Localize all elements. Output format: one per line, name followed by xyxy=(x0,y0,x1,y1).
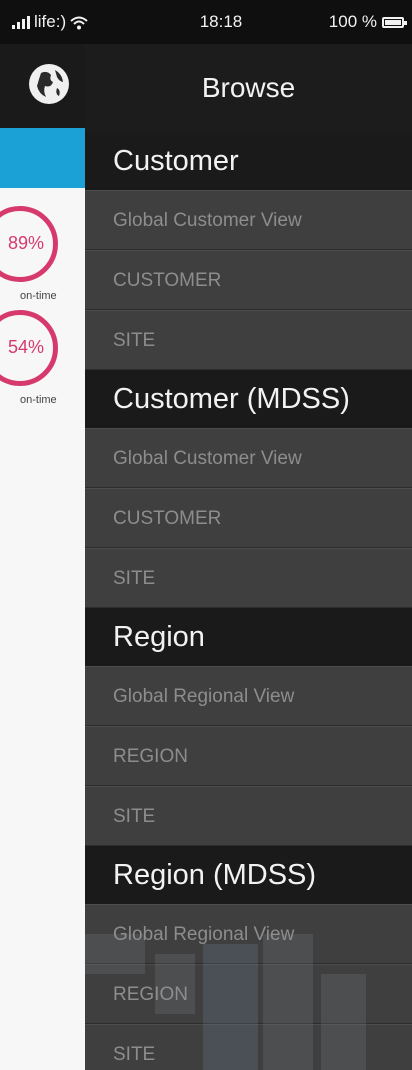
globe-icon[interactable] xyxy=(29,64,69,104)
menu-item-global-regional-view-mdss[interactable]: Global Regional View xyxy=(85,904,412,964)
drawer-title: Browse xyxy=(85,44,412,132)
main-panel-header xyxy=(0,44,85,128)
status-bar: life:) 18:18 100 % xyxy=(0,0,412,44)
section-header-customer: Customer xyxy=(85,132,412,190)
main-panel-content: 89% on-time 54% on-time xyxy=(0,188,85,1070)
section-header-customer-mdss: Customer (MDSS) xyxy=(85,370,412,428)
menu-item-region-mdss[interactable]: REGION xyxy=(85,964,412,1024)
menu-item-customer-mdss[interactable]: CUSTOMER xyxy=(85,488,412,548)
menu-item-site-mdss[interactable]: SITE xyxy=(85,548,412,608)
battery-percent: 100 % xyxy=(328,12,377,31)
section-header-region-mdss: Region (MDSS) xyxy=(85,846,412,904)
gauge-caption: on-time xyxy=(20,394,57,406)
main-panel-banner xyxy=(0,128,85,188)
gauge-caption: on-time xyxy=(20,290,57,302)
menu-item-site-region-mdss[interactable]: SITE xyxy=(85,1024,412,1070)
battery-icon xyxy=(382,16,407,28)
menu-item-site[interactable]: SITE xyxy=(85,310,412,370)
menu-item-customer[interactable]: CUSTOMER xyxy=(85,250,412,310)
menu-item-global-customer-view[interactable]: Global Customer View xyxy=(85,190,412,250)
gauge-value: 54% xyxy=(8,337,45,357)
menu-item-global-customer-view-mdss[interactable]: Global Customer View xyxy=(85,428,412,488)
main-panel-peek[interactable]: 89% on-time 54% on-time xyxy=(0,44,85,1070)
menu-item-global-regional-view[interactable]: Global Regional View xyxy=(85,666,412,726)
menu-item-region[interactable]: REGION xyxy=(85,726,412,786)
gauge-value: 89% xyxy=(8,233,45,253)
section-header-region: Region xyxy=(85,608,412,666)
browse-drawer: Browse Customer Global Customer View CUS… xyxy=(85,44,412,1070)
status-right: 100 % xyxy=(328,12,407,32)
menu-item-site-region[interactable]: SITE xyxy=(85,786,412,846)
